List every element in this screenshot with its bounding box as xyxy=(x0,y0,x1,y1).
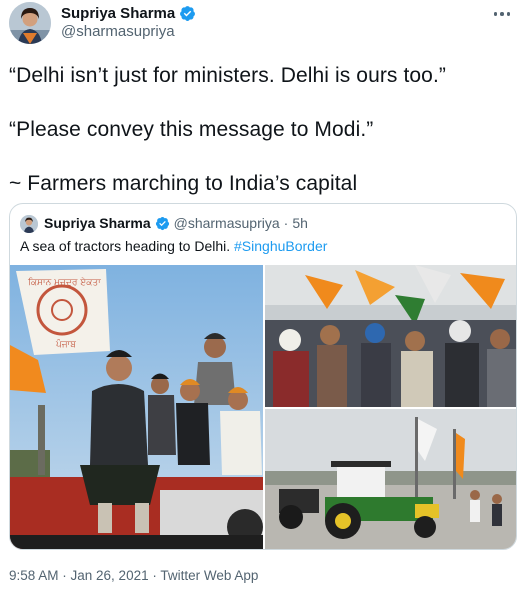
quoted-tweet-text: A sea of tractors heading to Delhi. #Sin… xyxy=(20,238,327,254)
verified-badge-icon xyxy=(155,216,169,230)
author-name[interactable]: Supriya Sharma xyxy=(61,5,196,22)
author-name-text[interactable]: Supriya Sharma xyxy=(61,5,175,22)
quoted-tweet-header: Supriya Sharma @sharmasupriya · 5h xyxy=(44,215,308,231)
tweet-text-line-2: “Please convey this message to Modi.” xyxy=(9,118,374,141)
banner-text-line-2: ਪੰਜਾਬ xyxy=(55,338,76,350)
more-options-icon[interactable] xyxy=(487,4,517,24)
verified-badge-icon xyxy=(180,6,196,21)
tweet-text-line-3: ~ Farmers marching to India’s capital xyxy=(9,172,358,195)
photo-crowd-with-flags[interactable] xyxy=(265,265,516,407)
quoted-age[interactable]: 5h xyxy=(292,215,308,231)
hashtag-link[interactable]: #SinghuBorder xyxy=(234,238,327,254)
quoted-separator: · xyxy=(283,215,289,231)
quoted-author-name[interactable]: Supriya Sharma xyxy=(44,215,151,231)
quoted-tweet-card[interactable]: Supriya Sharma @sharmasupriya · 5h A sea… xyxy=(9,203,517,550)
banner-text-line-1: ਕਿਸਾਨ ਮਜ਼ਦੂਰ ਏਕਤਾ xyxy=(27,277,101,288)
quoted-author-handle[interactable]: @sharmasupriya xyxy=(174,215,280,231)
quoted-text-body: A sea of tractors heading to Delhi. xyxy=(20,238,231,254)
tweet-timestamp[interactable]: 9:58 AM · Jan 26, 2021 · Twitter Web App xyxy=(9,568,258,583)
author-handle[interactable]: @sharmasupriya xyxy=(61,23,175,40)
quoted-author-avatar[interactable] xyxy=(20,215,38,233)
photo-tractors-on-road[interactable] xyxy=(265,409,516,549)
photo-farmers-on-tractor[interactable]: ਕਿਸਾਨ ਮਜ਼ਦੂਰ ਏਕਤਾ ਪੰਜਾਬ xyxy=(10,265,263,549)
tweet-text-line-1: “Delhi isn’t just for ministers. Delhi i… xyxy=(9,64,446,87)
author-avatar[interactable] xyxy=(9,2,51,44)
